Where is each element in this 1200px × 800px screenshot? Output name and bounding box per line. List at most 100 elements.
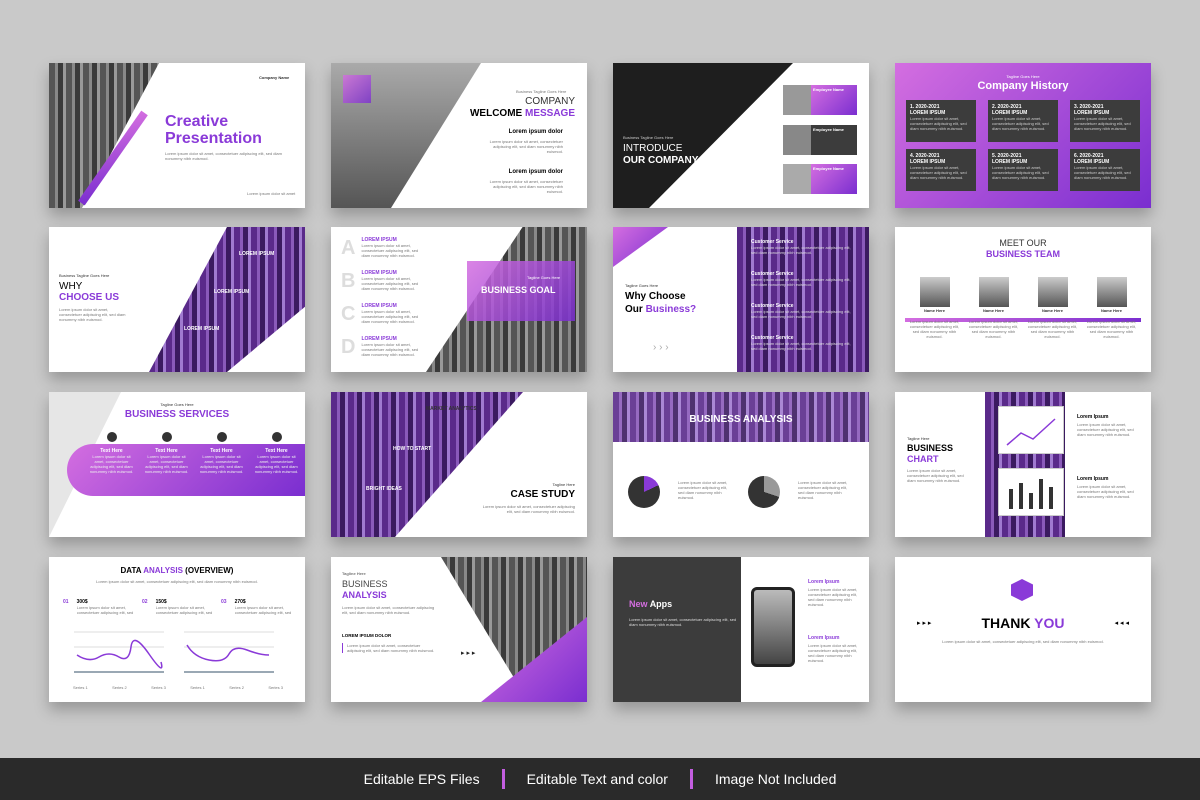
slide-why-choose-business[interactable]: Tagline Goes Here Why Choose Our Busines…: [613, 227, 869, 372]
history-card: 1. 2020-2021 LOREM IPSUM Lorem ipsum dolor…: [906, 100, 976, 142]
title: OUR COMPANY: [623, 155, 699, 166]
arrows-left-icon: ◂ ◂ ◂: [1114, 620, 1129, 627]
history-card: 3. 2020-2021 LOREM IPSUM Lorem ipsum dolor…: [1070, 100, 1140, 142]
goal-item: D LOREM IPSUM Lorem ipsum dolor sit amet, …: [341, 336, 419, 358]
divider: [501, 769, 505, 789]
item-heading: Lorem ipsum dolor: [508, 129, 563, 135]
body-text: Lorem ipsum dolor sit amet, consectetuer…: [1077, 422, 1134, 437]
avatar: [1037, 277, 1068, 307]
tagline: Business Tagline Goes Here: [59, 273, 110, 278]
service-icon: [216, 432, 227, 442]
title: Presentation: [165, 130, 262, 147]
dark-panel: [613, 557, 741, 702]
stats-row: 01 300$ Lorem ipsum dolor sit amet, consec…: [63, 599, 293, 615]
legend-item: Series 2: [229, 685, 244, 690]
feature-label: Editable EPS Files: [363, 771, 480, 787]
legend-item: Series 1: [73, 685, 88, 690]
pie-chart: [628, 476, 660, 508]
employee-card: Employee Name: [783, 164, 857, 194]
slide-business-analysis[interactable]: Tagline Here BUSINESS ANALYSIS Lorem ips…: [331, 557, 587, 702]
slide-business-goal[interactable]: A LOREM IPSUM Lorem ipsum dolor sit amet, …: [331, 227, 587, 372]
team-member: Name Here JOB TITLE Lorem ipsum dolor sit …: [1087, 277, 1137, 339]
title: CASE STUDY: [510, 489, 575, 500]
feature-label: Editable Text and color: [526, 771, 668, 787]
tagline: Business Tagline Goes Here: [623, 135, 674, 140]
services-list: Text Here Lorem ipsum dolor sit amet, con…: [89, 432, 299, 474]
slide-why-choose-us[interactable]: Business Tagline Goes Here WHY CHOOSE US…: [49, 227, 305, 372]
title-accent: Business?: [645, 304, 697, 315]
slide-business-analysis-pies[interactable]: BUSINESS ANALYSIS Lorem ipsum dolor sit …: [613, 392, 869, 537]
slide-business-chart[interactable]: Tagline Here BUSINESS CHART Lorem ipsum …: [895, 392, 1151, 537]
employee-card: Employee Name: [783, 85, 857, 115]
item-heading: Lorem Ipsum: [808, 635, 840, 641]
body-text: Lorem ipsum dolor sit amet, consectetuer…: [59, 307, 126, 322]
feature-label: Image Not Included: [714, 771, 837, 787]
body-text: Lorem ipsum dolor sit amet, consectetuer…: [342, 643, 437, 653]
slide-thank-you[interactable]: THANK YOU ▸ ▸ ▸ ◂ ◂ ◂ Lorem ipsum dolor …: [895, 557, 1151, 702]
slide-company-history[interactable]: Tagline Goes Here Company History 1. 202…: [895, 63, 1151, 208]
title: COMPANY: [525, 96, 575, 107]
tagline: Business Tagline Goes Here: [516, 89, 567, 94]
slide-business-services[interactable]: Tagline Goes Here BUSINESS SERVICES Text…: [49, 392, 305, 537]
team-member: Name Here JOB TITLE Lorem ipsum dolor sit …: [1028, 277, 1078, 339]
title: Our: [625, 304, 643, 315]
legend-item: Series 2: [112, 685, 127, 690]
goal-item: B LOREM IPSUM Lorem ipsum dolor sit amet, …: [341, 270, 419, 292]
title: BUSINESS ANALYSIS: [689, 414, 793, 425]
title-accent: BUSINESS TEAM: [985, 249, 1060, 259]
title: DATA: [120, 566, 142, 575]
employee-card: Employee Name: [783, 125, 857, 155]
item-heading: LOREM IPSUM: [214, 289, 250, 295]
legend-item: Series 1: [190, 685, 205, 690]
tagline: Tagline Goes Here: [1006, 74, 1040, 79]
avatar: [978, 277, 1009, 307]
slide-introduce-company[interactable]: Business Tagline Goes Here INTRODUCE OUR…: [613, 63, 869, 208]
title-accent: ANALYSIS: [342, 590, 387, 600]
accent-corner: [613, 227, 668, 267]
arrows-right-icon: ▸ ▸ ▸: [917, 620, 932, 627]
slide-data-analysis[interactable]: DATA ANALYSIS (OVERVIEW) Lorem ipsum dol…: [49, 557, 305, 702]
slide-welcome-message[interactable]: Business Tagline Goes Here COMPANY WELCO…: [331, 63, 587, 208]
service-item: Customer Service Lorem ipsum dolor sit am…: [751, 239, 851, 255]
body-text: Lorem ipsum dolor sit amet, consectetuer…: [678, 480, 728, 500]
avatar: [1096, 277, 1127, 307]
slide-case-study[interactable]: MARKET ANALYTICS HOW TO START BRIGHT IDE…: [331, 392, 587, 537]
title: THANK: [981, 615, 1031, 631]
logo-icon: [1011, 579, 1033, 601]
title-accent: ANALYSIS: [143, 566, 183, 575]
services-panel: Customer Service Lorem ipsum dolor sit am…: [737, 227, 869, 372]
service-item: Text Here Lorem ipsum dolor sit amet, con…: [254, 432, 299, 474]
item-heading: LOREM IPSUM: [239, 251, 275, 257]
slide-new-apps[interactable]: New Apps Lorem ipsum dolor sit amet, con…: [613, 557, 869, 702]
goal-item: C LOREM IPSUM Lorem ipsum dolor sit amet, …: [341, 303, 419, 325]
arrows-icon: ▸ ▸ ▸: [461, 650, 476, 657]
body-text: Lorem ipsum dolor sit amet, consectetuer…: [342, 605, 435, 615]
footer-text: Lorem ipsum dolor sit amet: [247, 191, 296, 196]
title: WELCOME: [469, 108, 523, 119]
avatar: [919, 277, 950, 307]
goal-item: A LOREM IPSUM Lorem ipsum dolor sit amet, …: [341, 237, 419, 259]
team-list: Name Here JOB TITLE Lorem ipsum dolor sit …: [905, 277, 1141, 339]
tagline: Tagline Goes Here: [527, 275, 561, 280]
history-card: 5. 2020-2021 LOREM IPSUM Lorem ipsum dolor…: [988, 149, 1058, 191]
title: INTRODUCE: [623, 143, 683, 154]
tagline: Tagline Here: [552, 482, 575, 487]
service-item: Text Here Lorem ipsum dolor sit amet, con…: [144, 432, 189, 474]
slide-creative-presentation[interactable]: Company Name Creative Presentation Lorem …: [49, 63, 305, 208]
item-heading: LOREM IPSUM: [184, 326, 220, 332]
title: MEET OUR: [999, 238, 1047, 248]
legend-item: Series 3: [151, 685, 166, 690]
item-heading: Lorem Ipsum: [1077, 414, 1109, 420]
tagline: Tagline Here: [907, 436, 930, 441]
slide-business-team[interactable]: MEET OUR BUSINESS TEAM Name Here JOB TITL…: [895, 227, 1151, 372]
item-heading: BRIGHT IDEAS: [366, 486, 402, 492]
item-heading: Lorem Ipsum: [808, 579, 840, 585]
history-card: 2. 2020-2021 LOREM IPSUM Lorem ipsum dolor…: [988, 100, 1058, 142]
body-text: Lorem ipsum dolor sit amet, consectetuer…: [808, 643, 858, 663]
title-accent: CHART: [907, 454, 939, 464]
history-grid: 1. 2020-2021 LOREM IPSUM Lorem ipsum dolor…: [906, 100, 1140, 191]
body-text: Lorem ipsum dolor sit amet, consectetuer…: [489, 179, 563, 194]
title-accent: MESSAGE: [524, 108, 575, 119]
title-accent: CHOOSE US: [59, 292, 120, 303]
purple-city-image: [331, 392, 523, 537]
